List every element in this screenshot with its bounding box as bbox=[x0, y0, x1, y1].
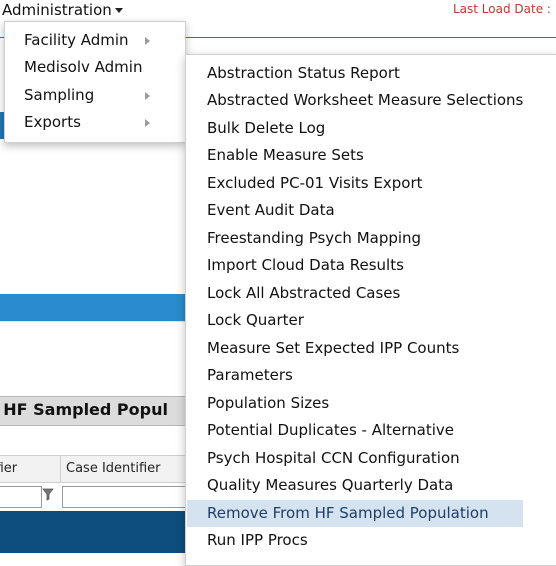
menu-item-exports[interactable]: Exports bbox=[5, 110, 185, 136]
submenu-item-label: Potential Duplicates - Alternative bbox=[207, 421, 455, 439]
submenu-item-label: Abstraction Status Report bbox=[207, 64, 400, 82]
facility-admin-submenu: Abstraction Status Report Abstracted Wor… bbox=[185, 54, 556, 566]
submenu-item-label: Measure Set Expected IPP Counts bbox=[207, 339, 460, 357]
submenu-item-abstraction-status-report[interactable]: Abstraction Status Report bbox=[187, 60, 523, 87]
submenu-item-label: Lock Quarter bbox=[207, 311, 304, 329]
submenu-item-excluded-pc01-visits-export[interactable]: Excluded PC-01 Visits Export bbox=[187, 170, 523, 197]
submenu-item-label: Population Sizes bbox=[207, 394, 330, 412]
submenu-item-freestanding-psych-mapping[interactable]: Freestanding Psych Mapping bbox=[187, 225, 523, 252]
submenu-item-label: Run IPP Procs bbox=[207, 531, 308, 549]
column-divider bbox=[60, 456, 61, 482]
submenu-item-psych-hospital-ccn-configuration[interactable]: Psych Hospital CCN Configuration bbox=[187, 445, 523, 472]
submenu-item-label: Enable Measure Sets bbox=[207, 146, 364, 164]
grid-header: ifier Case Identifier bbox=[0, 455, 187, 483]
menu-item-label: Exports bbox=[24, 113, 81, 131]
menu-item-medisolv-admin[interactable]: Medisolv Admin bbox=[5, 55, 185, 81]
filter-icon[interactable] bbox=[42, 487, 54, 503]
grid-column-case-identifier[interactable]: Case Identifier bbox=[66, 461, 161, 476]
chevron-right-icon bbox=[145, 37, 150, 45]
menu-item-label: Medisolv Admin bbox=[24, 58, 143, 76]
submenu-item-import-cloud-data-results[interactable]: Import Cloud Data Results bbox=[187, 252, 523, 279]
grid-column-identifier[interactable]: ifier bbox=[0, 461, 17, 476]
submenu-item-quality-measures-quarterly-data[interactable]: Quality Measures Quarterly Data bbox=[187, 472, 523, 499]
menu-item-label: Sampling bbox=[24, 86, 95, 104]
administration-dropdown: Facility Admin Medisolv Admin Sampling E… bbox=[4, 21, 186, 143]
submenu-item-label: Abstracted Worksheet Measure Selections bbox=[207, 91, 524, 109]
submenu-item-bulk-delete-log[interactable]: Bulk Delete Log bbox=[187, 115, 523, 142]
submenu-item-potential-duplicates-alternative[interactable]: Potential Duplicates - Alternative bbox=[187, 417, 523, 444]
submenu-item-label: Parameters bbox=[207, 366, 293, 384]
last-load-date: Last Load Date : bbox=[453, 2, 551, 16]
submenu-item-abstracted-worksheet-measure-selections[interactable]: Abstracted Worksheet Measure Selections bbox=[187, 87, 523, 114]
chevron-right-icon bbox=[145, 92, 150, 100]
menu-item-facility-admin[interactable]: Facility Admin bbox=[5, 28, 185, 54]
submenu-item-label: Lock All Abstracted Cases bbox=[207, 284, 401, 302]
submenu-item-label: Freestanding Psych Mapping bbox=[207, 229, 422, 247]
submenu-item-label: Bulk Delete Log bbox=[207, 119, 326, 137]
submenu-item-run-ipp-procs[interactable]: Run IPP Procs bbox=[187, 527, 523, 554]
submenu-item-remove-from-hf-sampled-population[interactable]: Remove From HF Sampled Population bbox=[187, 500, 523, 527]
submenu-item-parameters[interactable]: Parameters bbox=[187, 362, 523, 389]
page-title-bar: om HF Sampled Popul bbox=[0, 396, 187, 426]
submenu-item-label: Quality Measures Quarterly Data bbox=[207, 476, 454, 494]
submenu-item-label: Excluded PC-01 Visits Export bbox=[207, 174, 423, 192]
submenu-item-lock-quarter[interactable]: Lock Quarter bbox=[187, 307, 523, 334]
submenu-item-enable-measure-sets[interactable]: Enable Measure Sets bbox=[187, 142, 523, 169]
submenu-item-label: Remove From HF Sampled Population bbox=[207, 504, 489, 522]
submenu-item-label: Psych Hospital CCN Configuration bbox=[207, 449, 460, 467]
chevron-right-icon bbox=[145, 119, 150, 127]
menu-item-label: Facility Admin bbox=[24, 31, 129, 49]
identifier-filter-input[interactable] bbox=[0, 486, 42, 508]
submenu-item-label: Import Cloud Data Results bbox=[207, 256, 404, 274]
submenu-item-lock-all-abstracted-cases[interactable]: Lock All Abstracted Cases bbox=[187, 280, 523, 307]
caret-down-icon bbox=[114, 8, 123, 13]
submenu-item-label: Event Audit Data bbox=[207, 201, 335, 219]
case-identifier-filter-input[interactable] bbox=[62, 486, 188, 508]
menu-item-sampling[interactable]: Sampling bbox=[5, 83, 185, 109]
page-title: om HF Sampled Popul bbox=[0, 400, 168, 419]
submenu-item-population-sizes[interactable]: Population Sizes bbox=[187, 390, 523, 417]
submenu-item-event-audit-data[interactable]: Event Audit Data bbox=[187, 197, 523, 224]
administration-menu-label: Administration bbox=[2, 1, 112, 19]
submenu-item-measure-set-expected-ipp-counts[interactable]: Measure Set Expected IPP Counts bbox=[187, 335, 523, 362]
administration-menu[interactable]: Administration bbox=[2, 1, 123, 19]
